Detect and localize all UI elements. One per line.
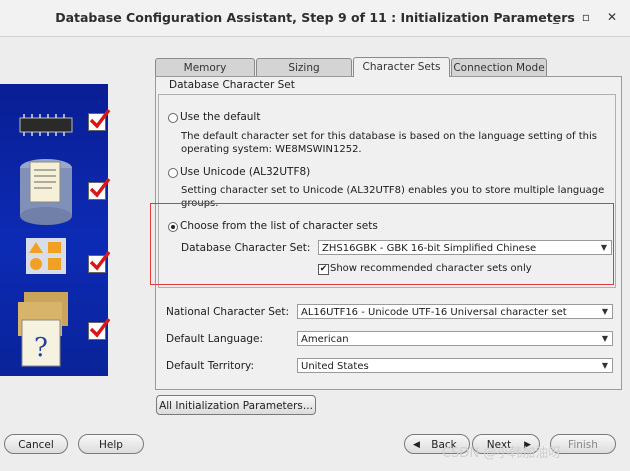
tab-character-sets[interactable]: Character Sets [353,57,450,77]
chip-icon [19,114,73,136]
default-language-value: American [301,334,349,345]
window-title: Database Configuration Assistant, Step 9… [55,10,575,25]
national-charset-select[interactable]: AL16UTF16 - Unicode UTF-16 Universal cha… [297,304,613,319]
checkmark-icon [89,108,111,129]
radio-choose-from-list-label[interactable]: Choose from the list of character sets [180,220,378,232]
group-title: Database Character Set [166,79,298,91]
radio-use-unicode-label[interactable]: Use Unicode (AL32UTF8) [180,166,310,178]
checkmark-icon [89,177,111,198]
default-description-line1: The default character set for this datab… [181,131,597,142]
show-recommended-label[interactable]: Show recommended character sets only [330,263,532,274]
database-documents-icon [20,159,72,225]
chevron-down-icon: ▼ [601,334,609,343]
title-bar: Database Configuration Assistant, Step 9… [0,0,630,37]
watermark: CSDN @小韩加油呀 [442,446,562,461]
minimize-button[interactable]: _ [548,9,564,25]
default-description-line2: operating system: WE8MSWIN1252. [181,144,362,155]
db-charset-label: Database Character Set: [181,242,311,254]
close-button[interactable]: ✕ [604,9,620,25]
all-initialization-parameters-button[interactable]: All Initialization Parameters... [156,395,316,415]
chevron-down-icon: ▼ [600,243,608,252]
step-complete-check-3 [88,250,111,273]
radio-choose-from-list[interactable] [168,222,178,232]
chevron-left-icon: ◀ [413,440,420,450]
step-complete-check-4 [88,317,111,340]
db-charset-value: ZHS16GBK - GBK 16-bit Simplified Chinese [322,243,537,254]
documents-help-icon: ? [18,292,68,367]
default-language-select[interactable]: American ▼ [297,331,613,346]
default-territory-select[interactable]: United States ▼ [297,358,613,373]
default-territory-label: Default Territory: [166,360,255,372]
show-recommended-checkbox[interactable]: ✔ [318,264,329,275]
radio-use-default[interactable] [168,113,178,123]
help-button[interactable]: Help [78,434,144,454]
checkmark-icon [89,317,111,338]
shapes-icon [26,238,66,274]
svg-text:?: ? [34,333,48,363]
tab-memory[interactable]: Memory [155,58,255,76]
radio-use-unicode[interactable] [168,168,178,178]
default-language-label: Default Language: [166,333,264,345]
chevron-down-icon: ▼ [601,361,609,370]
step-complete-check-1 [88,108,111,131]
maximize-button[interactable]: ▫ [578,9,594,25]
checkmark-icon [89,250,111,271]
cancel-button[interactable]: Cancel [4,434,68,454]
national-charset-value: AL16UTF16 - Unicode UTF-16 Universal cha… [301,307,567,318]
default-territory-value: United States [301,361,369,372]
national-charset-label: National Character Set: [166,306,290,318]
step-complete-check-2 [88,177,111,200]
tab-connection-mode[interactable]: Connection Mode [451,58,547,76]
tab-sizing[interactable]: Sizing [256,58,352,76]
radio-use-default-label[interactable]: Use the default [180,111,260,123]
unicode-description-line1: Setting character set to Unicode (AL32UT… [181,185,605,196]
db-charset-select[interactable]: ZHS16GBK - GBK 16-bit Simplified Chinese… [318,240,612,255]
chevron-down-icon: ▼ [601,307,609,316]
